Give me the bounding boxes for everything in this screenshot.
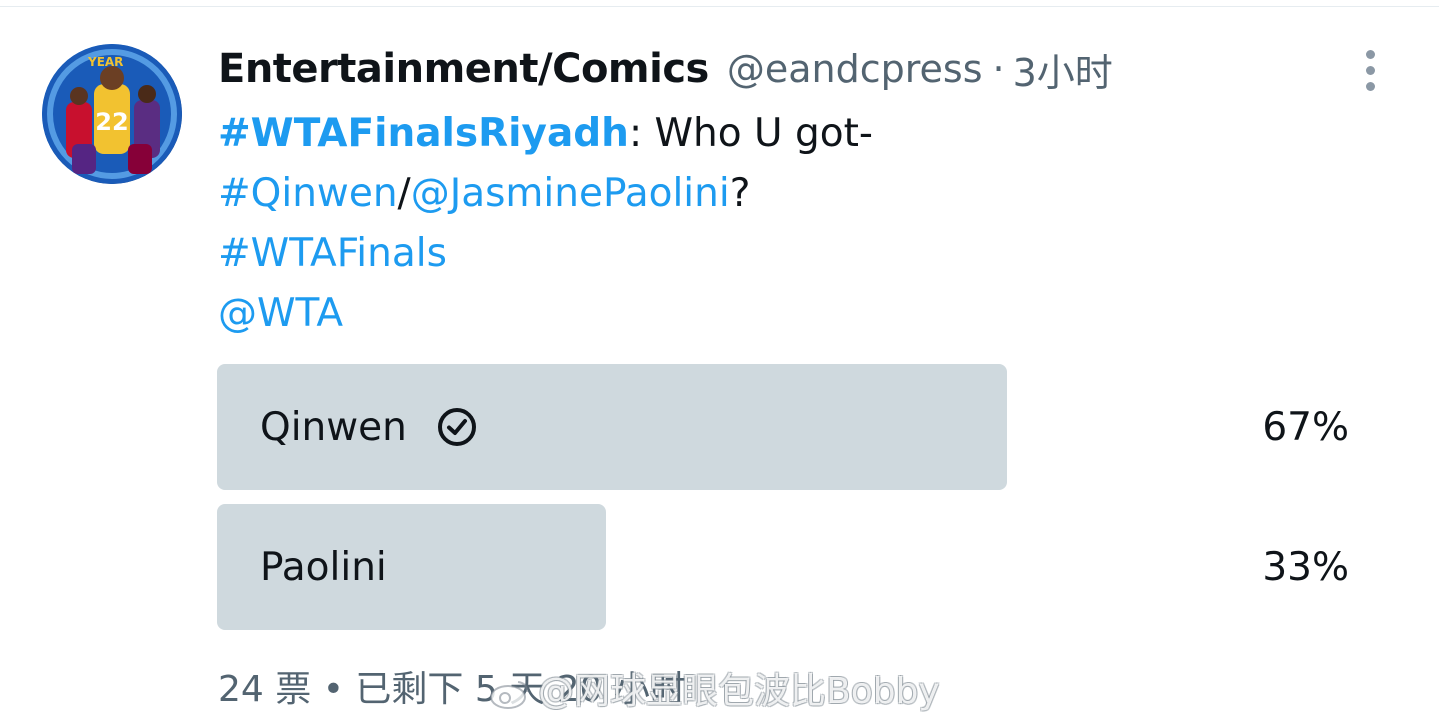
tweet-text-line: @WTA bbox=[218, 284, 873, 344]
hashtag-link[interactable]: #WTAFinals bbox=[218, 231, 447, 276]
tweet-text-line: #WTAFinalsRiyadh: Who U got- bbox=[218, 104, 873, 164]
poll-option-percent: 33% bbox=[1262, 544, 1349, 590]
tweet-text-segment: / bbox=[397, 171, 411, 216]
time-separator: · bbox=[992, 47, 1005, 91]
watermark: @网球显眼包波比Bobby bbox=[488, 666, 940, 718]
more-vertical-icon-dot bbox=[1365, 65, 1375, 75]
poll-option[interactable]: Paolini 33% bbox=[217, 504, 1357, 630]
top-divider bbox=[0, 6, 1439, 7]
poll-option-percent: 67% bbox=[1262, 404, 1349, 450]
avatar-image: 22 YEAR bbox=[42, 44, 182, 184]
more-options-button[interactable] bbox=[1346, 46, 1394, 94]
poll-option-label-wrap: Paolini bbox=[260, 504, 387, 630]
tweet-text-segment: : Who U got- bbox=[628, 111, 873, 156]
poll-option-label-wrap: Qinwen bbox=[260, 364, 477, 490]
tweet-header: Entertainment/Comics @eandcpress · 3小时 bbox=[218, 42, 1113, 96]
svg-text:YEAR: YEAR bbox=[87, 55, 123, 69]
tweet-text: #WTAFinalsRiyadh: Who U got- #Qinwen/@Jas… bbox=[218, 104, 873, 344]
poll-option-label: Paolini bbox=[260, 544, 387, 590]
watermark-text: @网球显眼包波比Bobby bbox=[538, 671, 940, 712]
hashtag-link[interactable]: #Qinwen bbox=[218, 171, 398, 216]
avatar[interactable]: 22 YEAR bbox=[42, 44, 182, 184]
tweet-text-segment: ? bbox=[729, 171, 751, 216]
poll-option-label: Qinwen bbox=[260, 404, 407, 450]
poll-option[interactable]: Qinwen 67% bbox=[217, 364, 1357, 490]
tweet-text-line: #Qinwen/@JasminePaolini? bbox=[218, 164, 873, 224]
more-vertical-icon-dot bbox=[1365, 81, 1375, 91]
tweet-text-line: #WTAFinals bbox=[218, 224, 873, 284]
mention-link[interactable]: @WTA bbox=[218, 291, 343, 336]
mention-link[interactable]: @JasminePaolini bbox=[411, 171, 730, 216]
hashtag-link[interactable]: #WTAFinalsRiyadh bbox=[218, 111, 629, 156]
check-circle-icon bbox=[437, 408, 476, 446]
author-handle[interactable]: @eandcpress bbox=[727, 47, 983, 91]
svg-text:22: 22 bbox=[95, 108, 128, 136]
more-vertical-icon bbox=[1365, 49, 1375, 59]
author-display-name[interactable]: Entertainment/Comics bbox=[218, 46, 709, 92]
weibo-logo-icon bbox=[490, 681, 528, 709]
tweet-time[interactable]: 3小时 bbox=[1013, 42, 1113, 97]
